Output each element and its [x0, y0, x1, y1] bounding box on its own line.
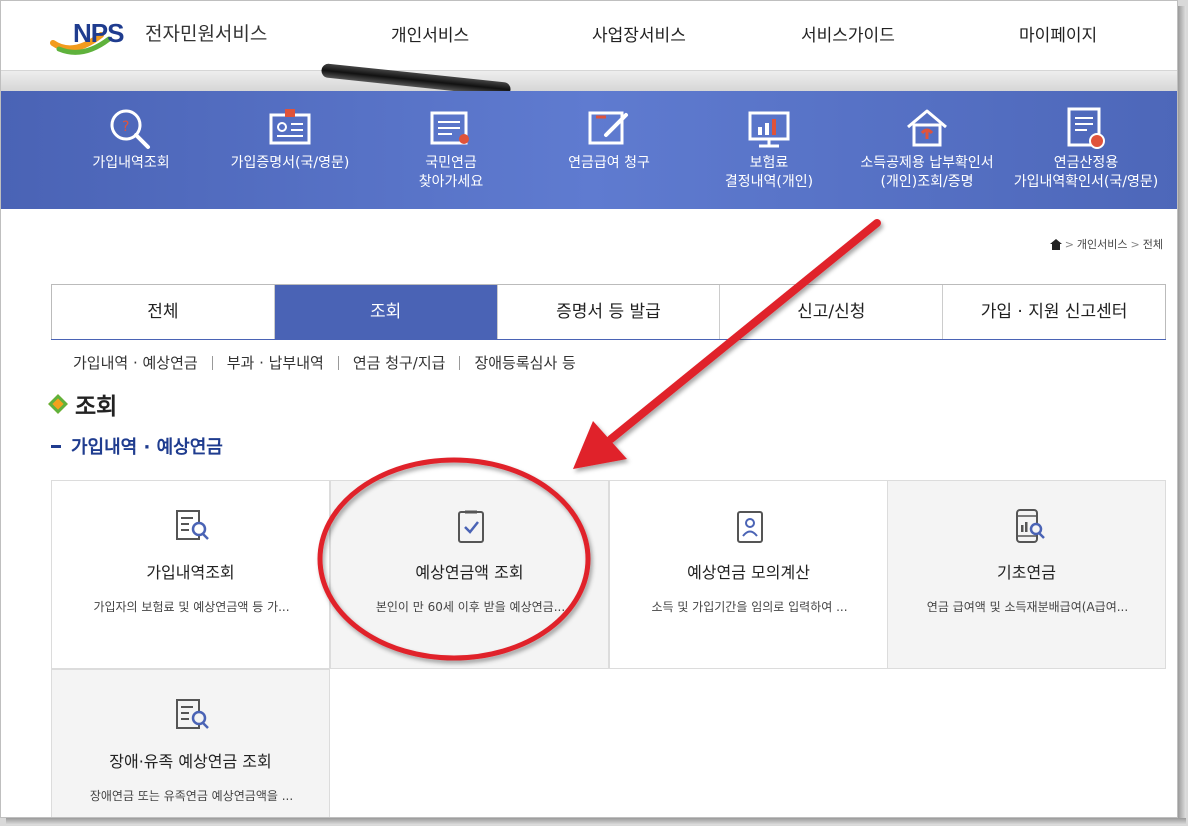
category-tabs: 전체 조회 증명서 등 발급 신고/신청 가입 · 지원 신고센터 [51, 284, 1166, 340]
tab-support-center[interactable]: 가입 · 지원 신고센터 [942, 285, 1166, 339]
gnb-mypage[interactable]: 마이페이지 [1019, 21, 1097, 46]
clipboard-check-icon [458, 510, 484, 543]
banner-top-strip [1, 71, 1177, 91]
card-title: 예상연금액 조회 [415, 563, 524, 582]
quick-menu-item[interactable]: 보험료 결정내역(개인) [689, 91, 849, 209]
id-card-icon [269, 109, 311, 145]
sub-navigation: 가입내역 · 예상연금 부과 · 납부내역 연금 청구/지급 장애등록심사 등 [59, 352, 590, 373]
service-card[interactable]: 예상연금 모의계산 소득 및 가입기간을 임의로 입력하여 ... [609, 480, 888, 669]
frame-shadow-right [1178, 6, 1186, 822]
quick-menu-label: 연금급여 청구 [568, 155, 650, 171]
subnav-item[interactable]: 부과 · 납부내역 [213, 352, 338, 373]
card-description: 장애연금 또는 유족연금 예상연금액을 ... [89, 789, 294, 803]
card-description: 가입자의 보험료 및 예상연금액 등 가... [93, 600, 290, 614]
subnav-item[interactable]: 장애등록심사 등 [460, 352, 589, 373]
dash-bullet-icon [51, 444, 61, 448]
service-card[interactable]: 예상연금액 조회 본인이 만 60세 이후 받을 예상연금... [330, 480, 609, 669]
section-heading: 조회 [48, 387, 118, 421]
logo-text: NPS [73, 18, 124, 48]
nps-logo[interactable]: NPS 전자민원서비스 [49, 13, 289, 57]
logo-subtitle: 전자민원서비스 [145, 23, 268, 45]
card-description: 본인이 만 60세 이후 받을 예상연금... [375, 600, 566, 614]
phone-chart-icon [1016, 509, 1045, 543]
subsection-heading: 가입내역 · 예상연금 [51, 433, 223, 459]
subnav-item[interactable]: 연금 청구/지급 [339, 352, 460, 373]
service-card[interactable]: 장애·유족 예상연금 조회 장애연금 또는 유족연금 예상연금액을 ... [51, 669, 330, 817]
service-card[interactable]: 가입내역조회 가입자의 보험료 및 예상연금액 등 가... [51, 480, 330, 669]
document-search-icon [176, 699, 209, 729]
card-title: 기초연금 [997, 563, 1056, 582]
quick-menu-item[interactable]: 소득공제용 납부확인서 (개인)조회/증명 [847, 91, 1007, 209]
site-header: NPS 전자민원서비스 개인서비스 사업장서비스 서비스가이드 마이페이지 [1, 1, 1177, 71]
quick-menu-item[interactable]: 연금산정용 가입내역확인서(국/영문) [1006, 91, 1166, 209]
breadcrumb-separator: > [1130, 237, 1140, 251]
monitor-chart-icon [748, 111, 790, 148]
card-description: 연금 급여액 및 소득재분배급여(A급여... [926, 600, 1129, 614]
quick-menu-label: 보험료 결정내역(개인) [724, 155, 814, 190]
frame-shadow-bottom [6, 818, 1186, 825]
breadcrumb: > 개인서비스 > 전체 [1049, 236, 1163, 252]
breadcrumb-item[interactable]: 전체 [1143, 236, 1163, 252]
quick-menu-label: 연금산정용 가입내역확인서(국/영문) [1013, 155, 1159, 190]
tab-report[interactable]: 신고/신청 [719, 285, 943, 339]
subnav-item[interactable]: 가입내역 · 예상연금 [59, 352, 212, 373]
section-title: 조회 [75, 394, 118, 420]
breadcrumb-separator: > [1064, 237, 1074, 251]
person-card-icon [737, 511, 763, 543]
gnb-business[interactable]: 사업장서비스 [592, 21, 686, 46]
quick-menu-item[interactable]: 연금급여 청구 [529, 91, 689, 209]
gnb-personal[interactable]: 개인서비스 [391, 21, 469, 46]
quick-menu-label: 국민연금 찾아가세요 [418, 155, 484, 190]
browser-frame: NPS 전자민원서비스 개인서비스 사업장서비스 서비스가이드 마이페이지 ? … [0, 0, 1178, 818]
tab-inquiry[interactable]: 조회 [273, 285, 497, 339]
diamond-bullet-icon [48, 394, 68, 414]
magnifier-icon: ? [110, 109, 150, 149]
document-list-icon [430, 111, 469, 145]
quick-menu-item[interactable]: 국민연금 찾아가세요 [371, 91, 531, 209]
red-arrow-head [573, 421, 627, 469]
certificate-icon [1067, 107, 1105, 149]
quick-menu-item[interactable]: 가입증명서(국/영문) [210, 91, 370, 209]
quick-menu-label: 소득공제용 납부확인서 (개인)조회/증명 [860, 155, 994, 190]
gnb-guide[interactable]: 서비스가이드 [801, 21, 895, 46]
card-description: 소득 및 가입기간을 임의로 입력하여 ... [651, 600, 848, 614]
card-title: 가입내역조회 [146, 563, 235, 582]
quick-menu-item[interactable]: ? 가입내역조회 [51, 91, 211, 209]
tab-certificate[interactable]: 증명서 등 발급 [496, 285, 720, 339]
quick-menu-label: 가입내역조회 [92, 155, 170, 171]
card-title: 예상연금 모의계산 [687, 563, 810, 582]
card-title: 장애·유족 예상연금 조회 [109, 752, 272, 771]
pen-form-icon [588, 111, 628, 145]
svg-text:?: ? [122, 119, 129, 135]
service-card[interactable]: 기초연금 연금 급여액 및 소득재분배급여(A급여... [887, 480, 1166, 669]
quick-menu-label: 가입증명서(국/영문) [230, 155, 350, 171]
subsection-title: 가입내역 · 예상연금 [71, 437, 223, 458]
breadcrumb-item[interactable]: 개인서비스 [1077, 236, 1128, 252]
home-icon[interactable] [1049, 238, 1062, 250]
document-search-icon [176, 510, 209, 540]
house-icon [907, 109, 947, 147]
tab-all[interactable]: 전체 [51, 285, 274, 339]
quick-menu-banner: ? 가입내역조회 가입증명서(국/영문) 국민연금 찾아가세요 연금급여 청구 … [1, 91, 1177, 209]
